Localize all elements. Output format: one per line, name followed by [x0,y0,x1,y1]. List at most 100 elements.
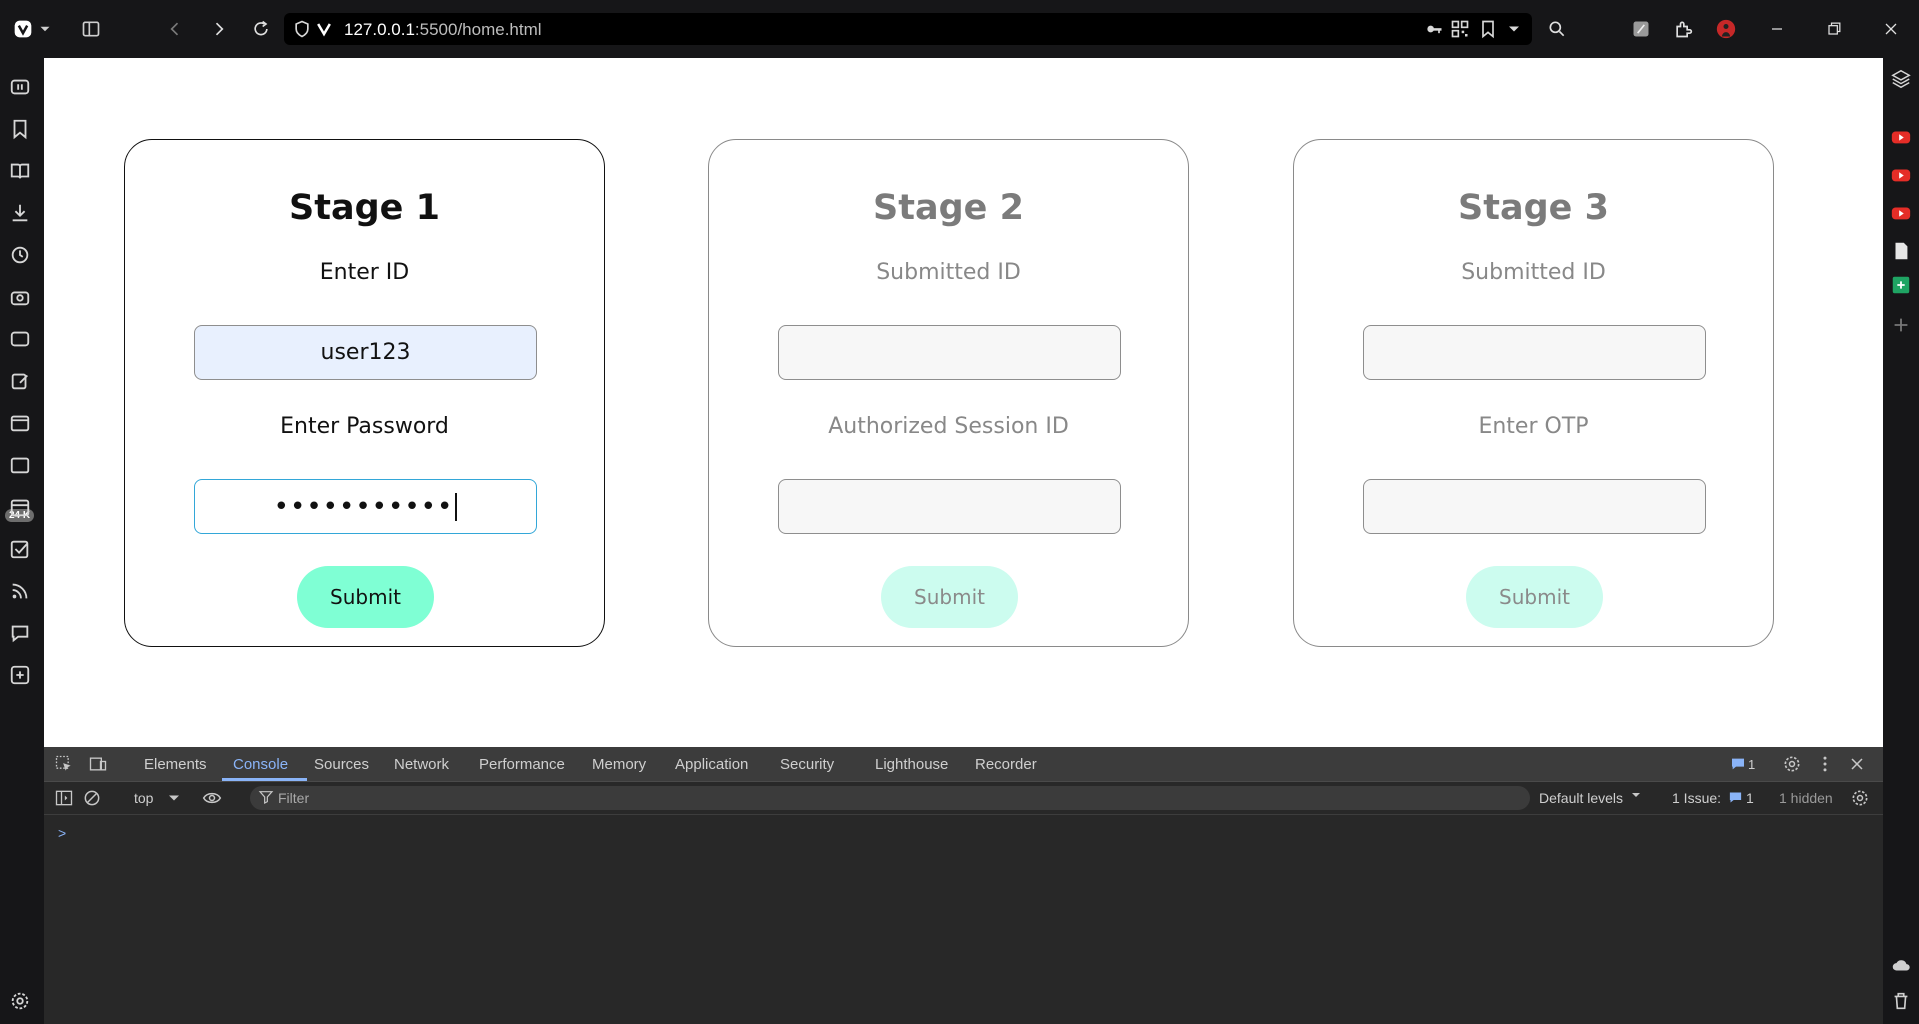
side-panel: 24 K [0,58,44,1024]
youtube-panel-icon[interactable] [1890,164,1912,186]
issues-chat-icon[interactable] [1730,756,1746,777]
forward-icon[interactable] [204,14,234,44]
levels-dropdown-icon[interactable] [1628,787,1644,808]
issues-count-badge[interactable]: 1 [1748,757,1755,772]
youtube-panel-icon[interactable] [1890,126,1912,148]
bookmark-icon[interactable] [1478,19,1498,39]
panel-toggle-icon[interactable] [76,14,106,44]
profile-avatar[interactable] [1711,14,1741,44]
feed-reader-icon[interactable] [9,454,33,478]
tabs-icon[interactable] [9,76,33,100]
document-panel-icon[interactable] [1890,240,1912,262]
key-icon[interactable] [1424,19,1444,39]
id-input[interactable]: user123 [194,325,537,380]
console-settings-icon[interactable] [1850,788,1870,813]
trash-icon[interactable] [1890,990,1912,1012]
close-devtools-icon[interactable] [1847,754,1867,779]
tab-recorder[interactable]: Recorder [975,756,1037,773]
menu-dropdown-icon[interactable] [36,14,54,44]
window-panel-icon[interactable] [9,328,33,352]
notes-icon[interactable] [9,370,33,394]
back-icon[interactable] [160,14,190,44]
browser-toolbar: 127.0.0.1:5500/home.html [0,0,1919,58]
context-selector[interactable]: top [134,790,153,806]
capture-icon[interactable] [9,286,33,310]
hidden-count: 1 hidden [1779,790,1833,806]
sidebar-toggle-icon[interactable] [54,788,74,813]
submitted-id-input[interactable] [778,325,1121,380]
sheets-panel-icon[interactable] [1890,274,1912,296]
url-path: :5500/home.html [414,20,542,39]
mail-icon[interactable] [9,412,33,436]
tab-security[interactable]: Security [780,756,834,773]
stage-3-submit-button[interactable]: Submit [1466,566,1603,628]
session-id-input[interactable] [778,479,1121,534]
devtools-tab-bar: Elements Console Sources Network Perform… [44,747,1883,782]
stage-2-field2-label: Authorized Session ID [828,414,1069,439]
stage-1-title: Stage 1 [289,188,440,228]
password-input[interactable]: ••••••••••• [194,479,537,534]
tab-performance[interactable]: Performance [479,756,565,773]
extensions-puzzle-icon[interactable] [1668,14,1698,44]
sync-cloud-icon[interactable] [1890,954,1912,976]
qr-code-icon[interactable] [1450,19,1470,39]
tab-memory[interactable]: Memory [592,756,646,773]
issues-link[interactable]: 1 Issue: [1672,790,1721,806]
clear-console-icon[interactable] [82,788,102,813]
filter-input[interactable]: Filter [250,786,1530,810]
site-info-icon[interactable] [314,19,334,39]
bookmarks-icon[interactable] [9,118,33,142]
youtube-panel-icon[interactable] [1890,202,1912,224]
settings-gear-icon[interactable] [9,990,33,1014]
stage-3-title: Stage 3 [1458,188,1609,228]
shield-icon[interactable] [292,19,312,39]
reading-list-icon[interactable] [9,160,33,184]
device-toolbar-icon[interactable] [88,754,108,779]
tab-network[interactable]: Network [394,756,449,773]
downloads-icon[interactable] [9,202,33,226]
search-icon[interactable] [1542,14,1572,44]
live-expression-eye-icon[interactable] [202,788,222,813]
tab-lighthouse[interactable]: Lighthouse [875,756,948,773]
calendar-icon[interactable] [9,496,33,520]
reload-icon[interactable] [246,14,276,44]
address-bar[interactable]: 127.0.0.1:5500/home.html [284,13,1532,45]
close-window-icon[interactable] [1876,14,1906,44]
stage-3-submitted-id-input[interactable] [1363,325,1706,380]
filter-icon [258,789,274,810]
context-dropdown-icon[interactable] [164,788,184,813]
tab-elements[interactable]: Elements [144,756,207,773]
web-page: Stage 1 Enter ID user123 Enter Password … [44,58,1883,747]
tab-application[interactable]: Application [675,756,748,773]
stage-1-field2-label: Enter Password [280,414,449,439]
layers-icon[interactable] [1890,68,1912,90]
tasks-icon[interactable] [9,538,33,562]
password-input-value: ••••••••••• [273,491,454,522]
stage-2-submit-button[interactable]: Submit [881,566,1018,628]
log-levels-dropdown[interactable]: Default levels [1539,790,1623,806]
add-panel-icon[interactable] [9,664,33,688]
add-web-panel-icon[interactable] [1890,314,1912,336]
restore-icon[interactable] [1819,14,1849,44]
tab-console[interactable]: Console [233,756,288,773]
history-icon[interactable] [9,244,33,268]
console-toolbar: top Filter Default levels 1 Issue: 1 1 h… [44,782,1883,815]
vivaldi-menu-icon[interactable] [8,14,38,44]
rss-icon[interactable] [9,580,33,604]
extension-tool-icon[interactable] [1626,14,1656,44]
stage-1-submit-button[interactable]: Submit [297,566,434,628]
chat-icon[interactable] [9,622,33,646]
stage-2-field1-label: Submitted ID [876,260,1021,285]
otp-input[interactable] [1363,479,1706,534]
issues-count[interactable]: 1 [1746,790,1754,806]
address-dropdown-icon[interactable] [1504,19,1524,39]
console-prompt[interactable]: > [58,825,66,841]
devtools-settings-icon[interactable] [1782,754,1802,779]
url-text[interactable]: 127.0.0.1:5500/home.html [344,20,542,40]
stage-3-field2-label: Enter OTP [1478,414,1589,439]
stage-1-card: Stage 1 Enter ID user123 Enter Password … [124,139,605,647]
tab-sources[interactable]: Sources [314,756,369,773]
more-options-icon[interactable] [1815,754,1835,779]
inspect-element-icon[interactable] [54,754,74,779]
minimize-icon[interactable] [1762,14,1792,44]
